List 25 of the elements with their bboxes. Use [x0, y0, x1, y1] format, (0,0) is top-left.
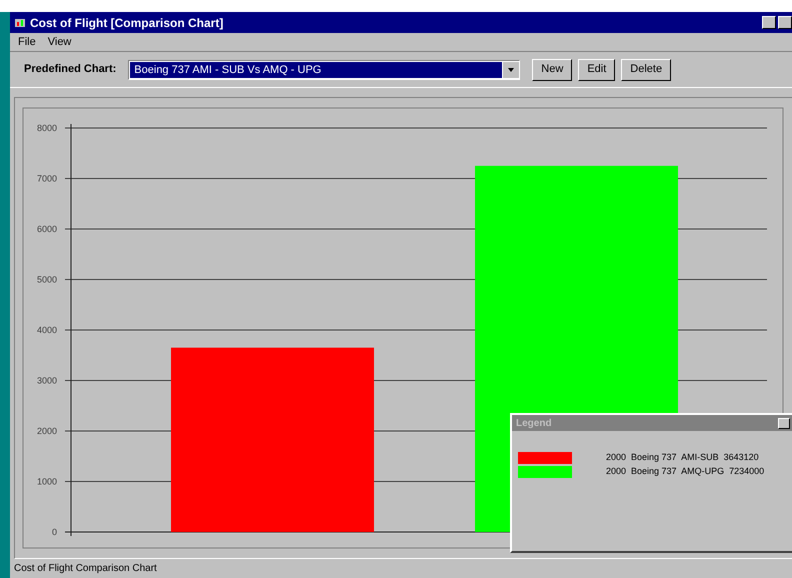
toolbar-button[interactable]: New — [532, 58, 572, 80]
toolbar-button[interactable]: Delete — [621, 58, 672, 80]
axis-tick-label: 2000 — [36, 426, 57, 436]
axis-tick-label: 4000 — [36, 325, 57, 335]
axis-tick-label: 0 — [52, 527, 57, 537]
maximize-button[interactable] — [778, 16, 792, 29]
menu-item[interactable]: File — [18, 34, 36, 50]
menu-item[interactable]: View — [48, 34, 72, 50]
axis-tick-label: 7000 — [36, 174, 57, 184]
axis-tick-label: 5000 — [36, 274, 57, 284]
axis-tick-label: 6000 — [36, 224, 57, 234]
axis-tick-label: 3000 — [36, 376, 57, 386]
predefined-chart-label: Predefined Chart: — [24, 62, 116, 78]
close-button[interactable] — [778, 418, 790, 428]
chart-combo[interactable]: Boeing 737 AMI - SUB Vs AMQ - UPG — [128, 60, 520, 80]
legend-label: 2000 Boeing 737 AMQ-UPG 7234000 — [606, 465, 764, 478]
minimize-button[interactable] — [762, 16, 776, 29]
axis-tick-label: 1000 — [36, 476, 57, 486]
legend-title: Legend — [516, 416, 552, 430]
axis-tick-label: 8000 — [36, 123, 57, 133]
legend-label: 2000 Boeing 737 AMI-SUB 3643120 — [606, 451, 759, 464]
window-title: Cost of Flight [Comparison Chart] — [30, 14, 224, 32]
status-text: Cost of Flight Comparison Chart — [13, 562, 158, 576]
app-icon — [14, 16, 26, 28]
toolbar-button[interactable]: Edit — [578, 58, 616, 80]
